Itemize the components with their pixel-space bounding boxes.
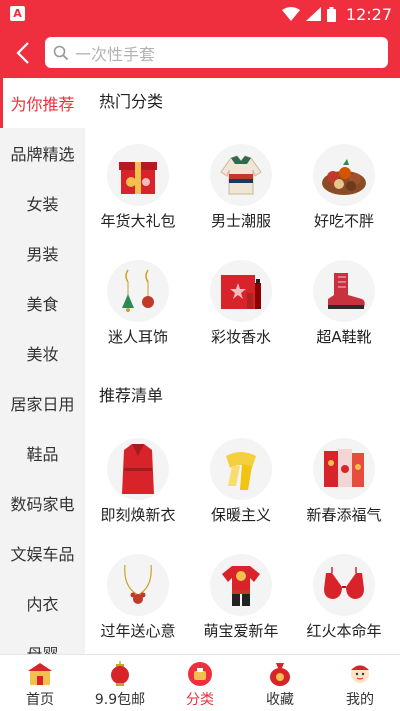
category-item[interactable]: 男士潮服	[190, 144, 290, 254]
tab-favorites[interactable]: 收藏	[240, 655, 320, 711]
tab-free-shipping[interactable]: 9.9包邮	[80, 655, 160, 711]
bottom-tab-bar: 首页 9.9包邮 分类 收藏 我的	[0, 654, 400, 711]
tab-label: 首页	[26, 692, 54, 708]
tab-category[interactable]: 分类	[160, 655, 240, 711]
category-item[interactable]: 迷人耳饰	[87, 260, 187, 370]
tab-label: 收藏	[266, 692, 294, 708]
status-bar: A 12:27	[0, 0, 400, 28]
money-bag-icon	[270, 663, 290, 686]
scarf-icon	[226, 452, 256, 490]
category-label: 红火本命年	[306, 622, 382, 640]
category-item[interactable]: 年货大礼包	[87, 144, 187, 254]
home-shop-icon	[28, 663, 52, 685]
clock: 12:27	[345, 4, 392, 24]
category-item[interactable]: 好吃不胖	[293, 144, 393, 254]
gift-box-icon	[119, 162, 157, 194]
search-placeholder: 一次性手套	[75, 44, 156, 64]
category-label: 超A鞋靴	[316, 328, 372, 346]
red-bra-icon	[324, 567, 364, 599]
sidebar-item-food[interactable]: 美食	[0, 278, 85, 328]
sidebar-item-underwear[interactable]: 内衣	[0, 578, 85, 628]
profile-icon	[351, 665, 369, 683]
search-input[interactable]: 一次性手套	[45, 37, 388, 68]
sidebar-item-mens[interactable]: 男装	[0, 228, 85, 278]
category-item[interactable]: 萌宝爱新年	[190, 554, 290, 654]
sidebar-item-brands[interactable]: 品牌精选	[0, 128, 85, 178]
category-item[interactable]: 超A鞋靴	[293, 260, 393, 370]
section-title-recommend: 推荐清单	[99, 386, 164, 405]
jacket-icon	[220, 155, 262, 195]
sidebar-item-home[interactable]: 居家日用	[0, 378, 85, 428]
boot-icon	[328, 273, 365, 309]
top-bar: 一次性手套	[0, 28, 400, 78]
tab-home[interactable]: 首页	[0, 655, 80, 711]
category-label: 新春添福气	[306, 506, 382, 524]
back-button[interactable]	[10, 38, 38, 68]
red-coat-icon	[122, 444, 154, 494]
sidebar-item-digital[interactable]: 数码家电	[0, 478, 85, 528]
perfume-icon	[221, 275, 261, 309]
category-item[interactable]: 红火本命年	[293, 554, 393, 654]
tab-profile[interactable]: 我的	[320, 655, 400, 711]
lantern-icon	[111, 661, 129, 686]
tab-label: 我的	[346, 692, 374, 708]
sidebar-item-baby[interactable]: 母婴	[0, 628, 85, 654]
category-content: 热门分类 年货大礼包 男士潮服 好吃不胖 迷人耳饰 彩妆香水 超A鞋靴 推荐清单…	[85, 78, 400, 654]
category-item[interactable]: 彩妆香水	[190, 260, 290, 370]
category-item[interactable]: 保暖主义	[190, 438, 290, 548]
sidebar-item-womens[interactable]: 女装	[0, 178, 85, 228]
category-sidebar: 为你推荐 品牌精选 女装 男装 美食 美妆 居家日用 鞋品 数码家电 文娱车品 …	[0, 78, 85, 654]
necklace-icon	[124, 564, 152, 604]
snacks-icon	[322, 159, 366, 195]
sidebar-item-shoes[interactable]: 鞋品	[0, 428, 85, 478]
sidebar-item-recommend[interactable]: 为你推荐	[0, 78, 85, 128]
chevron-left-icon	[16, 42, 29, 64]
baby-outfit-icon	[222, 566, 260, 606]
red-envelope-icon	[324, 449, 364, 487]
wifi-icon	[281, 7, 300, 21]
section-title-hot: 热门分类	[99, 92, 164, 111]
signal-icon	[305, 7, 321, 21]
battery-icon	[326, 6, 336, 22]
category-item[interactable]: 即刻焕新衣	[87, 438, 187, 548]
search-icon	[53, 45, 69, 60]
sidebar-item-entertainment[interactable]: 文娱车品	[0, 528, 85, 578]
notification-icon: A	[10, 6, 25, 21]
earrings-icon	[122, 269, 154, 312]
sidebar-item-beauty[interactable]: 美妆	[0, 328, 85, 378]
category-label: 好吃不胖	[313, 212, 374, 230]
tab-label: 9.9包邮	[94, 692, 146, 708]
category-item[interactable]: 新春添福气	[293, 438, 393, 548]
category-icon	[188, 662, 212, 686]
tab-label: 分类	[186, 692, 214, 708]
category-item[interactable]: 过年送心意	[87, 554, 187, 654]
